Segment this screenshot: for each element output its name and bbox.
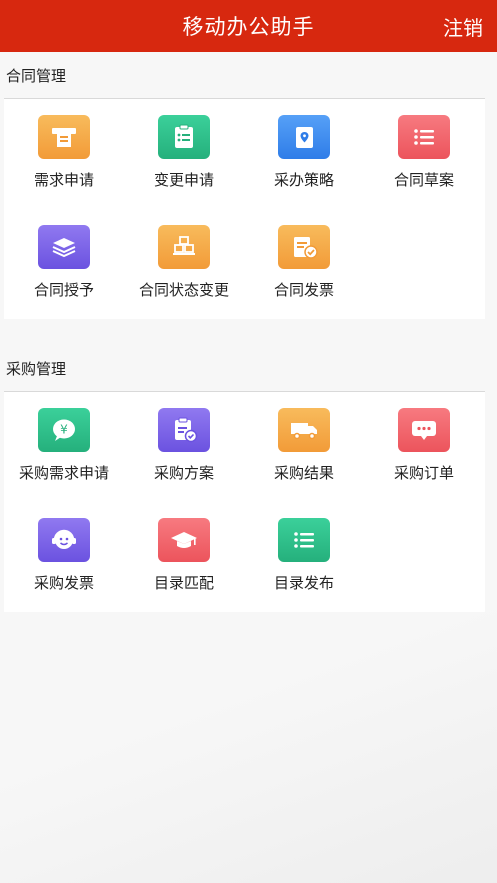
- tile-procurement-strategy[interactable]: 采办策略: [244, 99, 364, 209]
- tile-contract-invoice[interactable]: 合同发票: [244, 209, 364, 319]
- tile-label: 合同授予: [33, 281, 94, 299]
- tile-label: 变更申请: [153, 171, 214, 189]
- tile-change-request[interactable]: 变更申请: [124, 99, 244, 209]
- truck-icon: [278, 408, 330, 452]
- app-header: 移动办公助手 注销: [0, 0, 497, 52]
- tile-label: 合同草案: [393, 171, 454, 189]
- section-title-purchase: 采购管理: [6, 359, 67, 378]
- yen-chat-icon: ¥: [38, 408, 90, 452]
- tile-label: 采购结果: [273, 464, 334, 482]
- tile-purchase-demand-request[interactable]: ¥ 采购需求申请: [4, 392, 124, 502]
- tile-contract-draft[interactable]: 合同草案: [364, 99, 484, 209]
- section-title-contract: 合同管理: [6, 66, 67, 85]
- tile-purchase-result[interactable]: 采购结果: [244, 392, 364, 502]
- layers-icon: [38, 225, 90, 269]
- tile-catalog-match[interactable]: 目录匹配: [124, 502, 244, 612]
- tile-label: 采办策略: [273, 171, 334, 189]
- svg-text:¥: ¥: [60, 423, 68, 437]
- clipboard-list-icon: [158, 115, 210, 159]
- location-book-icon: [278, 115, 330, 159]
- graduation-cap-icon: [158, 518, 210, 562]
- list-icon: [398, 115, 450, 159]
- tile-purchase-order[interactable]: 采购订单: [364, 392, 484, 502]
- tile-purchase-invoice[interactable]: 采购发票: [4, 502, 124, 612]
- tile-label: 采购订单: [393, 464, 454, 482]
- tile-label: 合同发票: [273, 281, 334, 299]
- tile-label: 目录匹配: [153, 574, 214, 592]
- tile-label: 合同状态变更: [138, 281, 229, 299]
- tile-label: 采购发票: [33, 574, 94, 592]
- contract-panel: 需求申请 变更申请 采办策略 合同草案 合同授予 合同状态变更 合同发票: [4, 98, 485, 319]
- clipboard-check-icon: [158, 408, 210, 452]
- tile-label: 采购需求申请: [18, 464, 109, 482]
- invoice-check-icon: [278, 225, 330, 269]
- receipt-icon: [38, 115, 90, 159]
- tile-label: 目录发布: [273, 574, 334, 592]
- tile-demand-request[interactable]: 需求申请: [4, 99, 124, 209]
- purchase-panel: ¥ 采购需求申请 采购方案 采购结果 采购订单 采购发票 目录匹配 目录发布: [4, 391, 485, 612]
- headset-face-icon: [38, 518, 90, 562]
- tile-contract-status-change[interactable]: 合同状态变更: [124, 209, 244, 319]
- tile-contract-award[interactable]: 合同授予: [4, 209, 124, 319]
- logout-button[interactable]: 注销: [443, 0, 483, 52]
- tile-purchase-plan[interactable]: 采购方案: [124, 392, 244, 502]
- boxes-icon: [158, 225, 210, 269]
- background-decoration: [0, 593, 497, 883]
- message-icon: [398, 408, 450, 452]
- tile-label: 需求申请: [33, 171, 94, 189]
- tile-catalog-publish[interactable]: 目录发布: [244, 502, 364, 612]
- tile-label: 采购方案: [153, 464, 214, 482]
- page-title: 移动办公助手: [182, 15, 315, 39]
- list-icon: [278, 518, 330, 562]
